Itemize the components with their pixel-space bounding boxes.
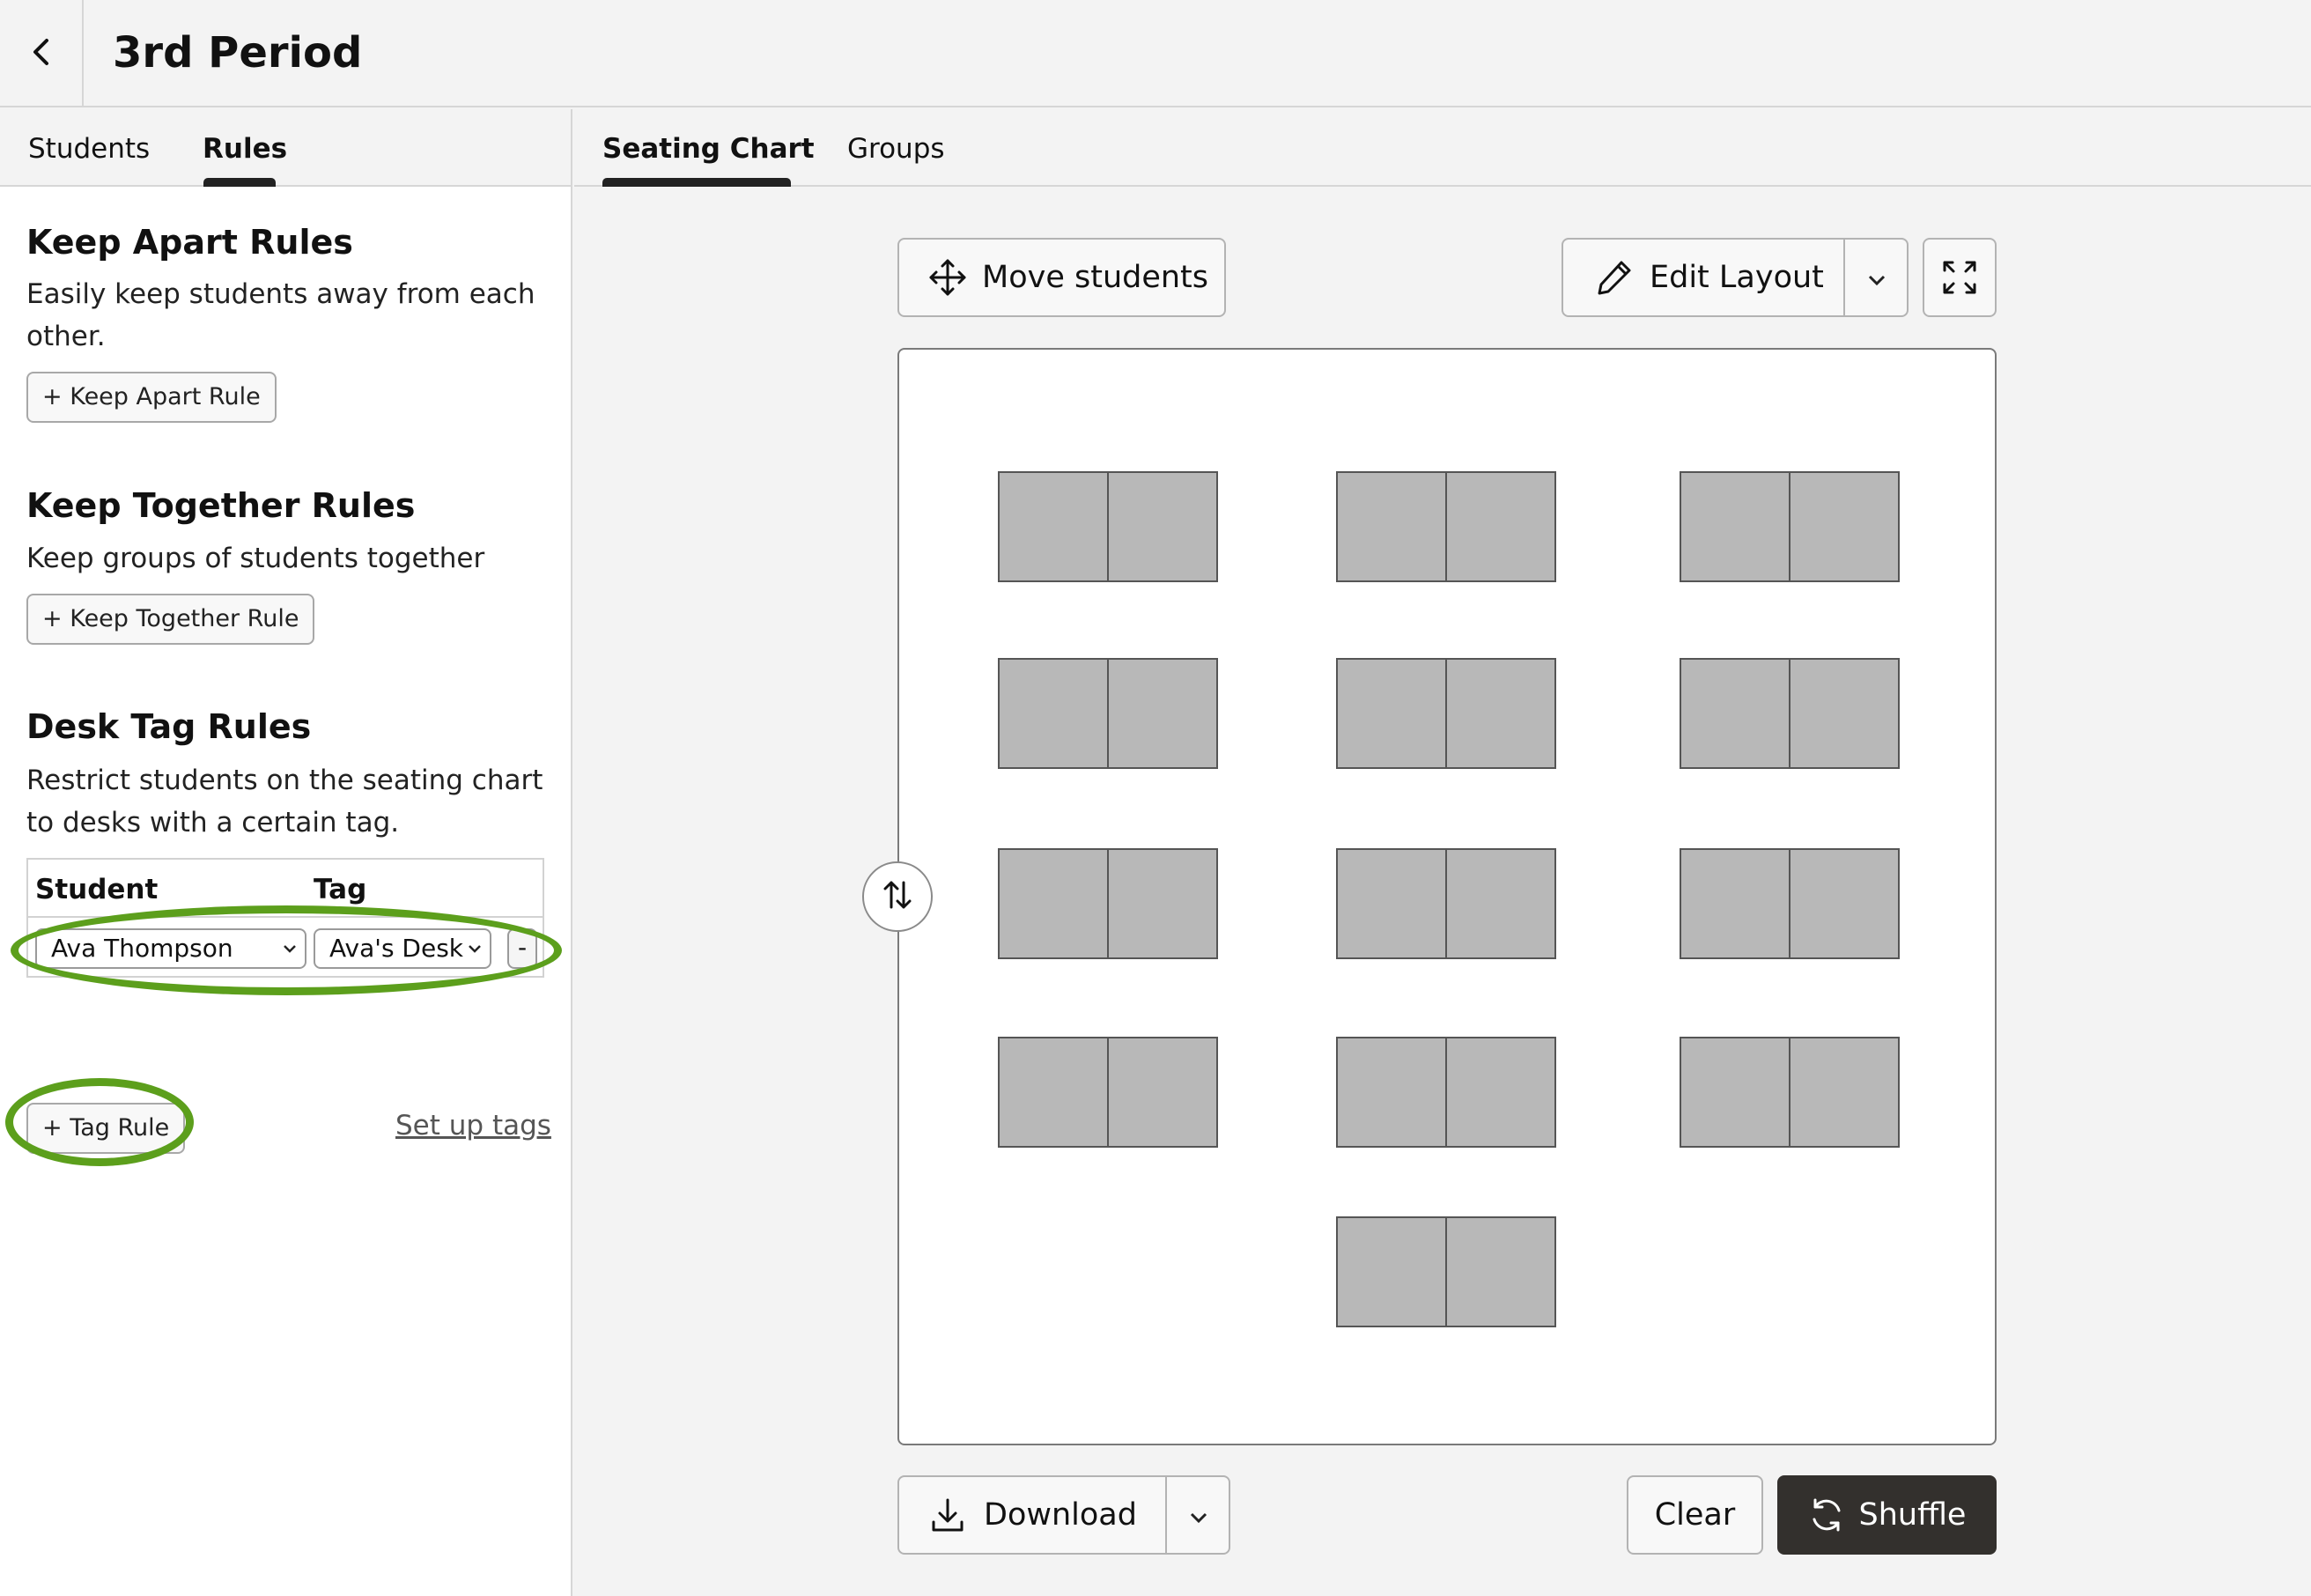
seat[interactable] xyxy=(1107,850,1216,957)
swap-vertical-icon xyxy=(878,876,917,918)
clear-button[interactable]: Clear xyxy=(1627,1475,1763,1555)
chevron-left-icon xyxy=(30,37,53,70)
move-students-label: Move students xyxy=(982,260,1209,295)
left-tab-bar: Students Rules xyxy=(0,109,571,187)
seat[interactable] xyxy=(1107,660,1216,767)
desk[interactable] xyxy=(998,471,1218,582)
pencil-icon xyxy=(1595,258,1634,297)
student-column-header: Student xyxy=(35,874,159,905)
rules-panel: Students Rules Keep Apart Rules Easily k… xyxy=(0,109,572,1596)
desk[interactable] xyxy=(1336,1216,1556,1327)
page-title: 3rd Period xyxy=(113,28,363,78)
desk[interactable] xyxy=(998,848,1218,959)
refresh-icon xyxy=(1808,1496,1845,1533)
add-tag-rule-button[interactable]: + Tag Rule xyxy=(26,1103,186,1154)
desk-tag-title: Desk Tag Rules xyxy=(26,707,312,746)
seat[interactable] xyxy=(1000,473,1107,580)
tag-column-header: Tag xyxy=(314,874,367,905)
back-button[interactable] xyxy=(0,0,84,107)
expand-icon xyxy=(1941,259,1978,296)
active-tab-indicator xyxy=(602,178,791,187)
seat[interactable] xyxy=(1445,1218,1554,1326)
download-options-button[interactable] xyxy=(1167,1477,1230,1553)
chevron-down-icon xyxy=(282,930,298,978)
seat[interactable] xyxy=(1681,1038,1789,1146)
tab-students[interactable]: Students xyxy=(28,130,150,167)
desk[interactable] xyxy=(998,658,1218,769)
desk[interactable] xyxy=(1336,848,1556,959)
seat[interactable] xyxy=(1000,1038,1107,1146)
seat[interactable] xyxy=(1338,473,1445,580)
table-row-divider xyxy=(28,916,543,918)
seat[interactable] xyxy=(1789,1038,1898,1146)
chevron-down-icon xyxy=(1866,260,1887,295)
edit-layout-options-button[interactable] xyxy=(1845,240,1909,315)
student-select-value: Ava Thompson xyxy=(51,934,233,963)
seat[interactable] xyxy=(1000,660,1107,767)
tab-groups[interactable]: Groups xyxy=(847,130,945,167)
seat[interactable] xyxy=(1107,473,1216,580)
seat[interactable] xyxy=(1445,473,1554,580)
add-keep-together-rule-button[interactable]: + Keep Together Rule xyxy=(26,594,315,645)
move-arrows-icon xyxy=(927,257,968,298)
seat[interactable] xyxy=(1000,850,1107,957)
seat[interactable] xyxy=(1445,1038,1554,1146)
edit-layout-split-button: Edit Layout xyxy=(1562,238,1909,317)
desk[interactable] xyxy=(1336,471,1556,582)
fullscreen-button[interactable] xyxy=(1923,238,1997,317)
chevron-down-icon xyxy=(467,930,483,978)
desk[interactable] xyxy=(1680,471,1900,582)
top-bar: 3rd Period xyxy=(0,0,2311,107)
tab-rules[interactable]: Rules xyxy=(203,130,287,167)
swap-orientation-button[interactable] xyxy=(862,861,933,932)
desk-tag-table: Student Tag Ava Thompson Ava's Desk - xyxy=(26,858,544,978)
student-select[interactable]: Ava Thompson xyxy=(35,928,306,969)
keep-apart-description: Easily keep students away from each othe… xyxy=(26,278,535,352)
shuffle-label: Shuffle xyxy=(1858,1497,1967,1533)
tag-select[interactable]: Ava's Desk xyxy=(314,928,491,969)
add-keep-apart-rule-button[interactable]: + Keep Apart Rule xyxy=(26,372,277,423)
tag-select-value: Ava's Desk xyxy=(329,934,464,963)
desk[interactable] xyxy=(998,1037,1218,1148)
seat[interactable] xyxy=(1681,850,1789,957)
tab-seating-chart[interactable]: Seating Chart xyxy=(602,130,815,167)
chevron-down-icon xyxy=(1188,1497,1209,1533)
seat[interactable] xyxy=(1789,660,1898,767)
download-icon xyxy=(929,1496,966,1533)
desk[interactable] xyxy=(1680,1037,1900,1148)
desk-tag-description: Restrict students on the seating chart t… xyxy=(26,765,543,839)
clear-label: Clear xyxy=(1654,1497,1736,1533)
move-students-button[interactable]: Move students xyxy=(897,238,1226,317)
edit-layout-button[interactable]: Edit Layout xyxy=(1650,260,1824,295)
desk[interactable] xyxy=(1680,848,1900,959)
keep-apart-title: Keep Apart Rules xyxy=(26,223,353,262)
seat[interactable] xyxy=(1107,1038,1216,1146)
download-button[interactable]: Download xyxy=(984,1497,1137,1533)
keep-together-description: Keep groups of students together xyxy=(26,543,485,574)
desk[interactable] xyxy=(1336,658,1556,769)
desk[interactable] xyxy=(1680,658,1900,769)
remove-tag-rule-button[interactable]: - xyxy=(507,928,537,969)
seat[interactable] xyxy=(1789,473,1898,580)
active-tab-indicator xyxy=(203,178,276,187)
seat[interactable] xyxy=(1338,660,1445,767)
right-tab-bar: Seating Chart Groups xyxy=(574,109,2311,187)
shuffle-button[interactable]: Shuffle xyxy=(1777,1475,1997,1555)
seat[interactable] xyxy=(1681,473,1789,580)
desk[interactable] xyxy=(1336,1037,1556,1148)
seat[interactable] xyxy=(1338,1038,1445,1146)
seat[interactable] xyxy=(1445,660,1554,767)
seat[interactable] xyxy=(1789,850,1898,957)
seat[interactable] xyxy=(1338,850,1445,957)
seat[interactable] xyxy=(1681,660,1789,767)
set-up-tags-link[interactable]: Set up tags xyxy=(395,1108,551,1143)
seat[interactable] xyxy=(1338,1218,1445,1326)
keep-together-title: Keep Together Rules xyxy=(26,486,416,525)
seat[interactable] xyxy=(1445,850,1554,957)
download-split-button: Download xyxy=(897,1475,1230,1555)
seating-chart-canvas[interactable] xyxy=(897,348,1997,1445)
